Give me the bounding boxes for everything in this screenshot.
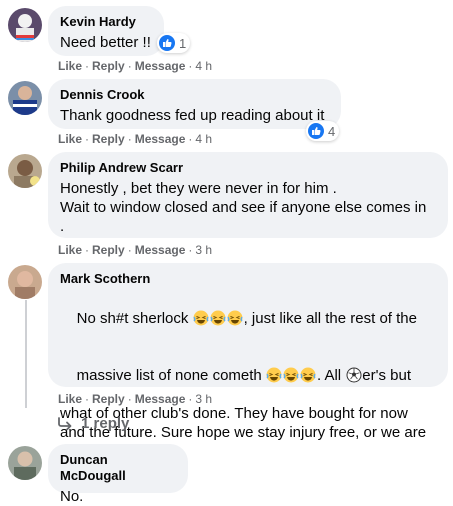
comment-author[interactable]: Kevin Hardy	[60, 14, 152, 30]
avatar[interactable]	[8, 265, 42, 299]
separator: ·	[188, 392, 193, 406]
text-segment: No sh#t sherlock	[76, 310, 193, 327]
message-link[interactable]: Message	[135, 59, 186, 73]
thread-line	[25, 300, 27, 408]
separator: ·	[85, 59, 90, 73]
timestamp[interactable]: 4 h	[195, 59, 212, 73]
view-replies-link[interactable]: 1 reply	[57, 415, 129, 432]
thumbs-up-icon	[159, 35, 175, 51]
separator: ·	[85, 243, 90, 257]
comment-bubble: Kevin Hardy Need better !!	[48, 6, 164, 56]
comment-text: No.	[60, 488, 84, 505]
separator: ·	[188, 132, 193, 146]
rolling-laughing-emoji	[266, 367, 283, 383]
rolling-laughing-emoji	[193, 310, 209, 326]
reply-link[interactable]: Reply	[92, 59, 125, 73]
text-segment: . All	[316, 367, 346, 384]
comment-text-line: No sh#t sherlock , just like all the res…	[60, 290, 436, 347]
rolling-laughing-emoji	[283, 367, 300, 383]
comment-author[interactable]: Duncan McDougall	[60, 452, 176, 484]
separator: ·	[188, 243, 193, 257]
reply-link[interactable]: Reply	[92, 132, 125, 146]
separator: ·	[127, 243, 132, 257]
reaction-number: 4	[328, 123, 336, 139]
comment-bubble: Mark Scothern No sh#t sherlock , just li…	[48, 263, 448, 460]
reply-link[interactable]: Reply	[92, 392, 125, 406]
reaction-count[interactable]: 1	[157, 33, 191, 53]
comment-bubble: Duncan McDougall No.	[48, 444, 188, 505]
timestamp[interactable]: 3 h	[195, 392, 212, 406]
reply-link[interactable]: Reply	[92, 243, 125, 257]
avatar[interactable]	[8, 8, 42, 42]
rolling-laughing-emoji	[227, 310, 243, 326]
avatar[interactable]	[8, 154, 42, 188]
comment-text: Need better !!	[60, 34, 151, 51]
comment-actions: Like · Reply · Message · 4 h	[58, 131, 212, 147]
reaction-count[interactable]: 4	[306, 121, 340, 141]
text-segment: , just like all the rest of the	[243, 310, 417, 327]
message-link[interactable]: Message	[135, 132, 186, 146]
soccer-ball-emoji	[346, 367, 362, 383]
like-link[interactable]: Like	[58, 132, 82, 146]
separator: ·	[188, 59, 193, 73]
comment-author[interactable]: Mark Scothern	[60, 271, 436, 287]
reply-arrow-icon	[58, 416, 72, 430]
comment-text-line: Wait to window closed and see if anyone …	[60, 199, 427, 216]
separator: ·	[127, 132, 132, 146]
comment-text-line: .	[60, 218, 65, 235]
avatar[interactable]	[8, 446, 42, 480]
comment-text: Thank goodness fed up reading about it	[60, 107, 325, 124]
thumbs-up-icon	[308, 123, 324, 139]
separator: ·	[85, 392, 90, 406]
separator: ·	[85, 132, 90, 146]
timestamp[interactable]: 3 h	[195, 243, 212, 257]
comment-actions: Like · Reply · Message · 3 h	[58, 391, 212, 407]
rolling-laughing-emoji	[210, 310, 226, 326]
message-link[interactable]: Message	[135, 392, 186, 406]
timestamp[interactable]: 4 h	[195, 132, 212, 146]
reaction-number: 1	[179, 35, 187, 51]
separator: ·	[127, 392, 132, 406]
replies-count-label: 1 reply	[81, 415, 130, 432]
comment-bubble: Philip Andrew Scarr Honestly , bet they …	[48, 152, 448, 238]
comment-author[interactable]: Dennis Crook	[60, 87, 329, 103]
like-link[interactable]: Like	[58, 392, 82, 406]
like-link[interactable]: Like	[58, 243, 82, 257]
comment-author[interactable]: Philip Andrew Scarr	[60, 160, 436, 176]
rolling-laughing-emoji	[300, 367, 317, 383]
comment-bubble: Dennis Crook Thank goodness fed up readi…	[48, 79, 341, 129]
avatar[interactable]	[8, 81, 42, 115]
comment-text-line: Honestly , bet they were never in for hi…	[60, 180, 337, 197]
text-segment: massive list of none cometh	[76, 367, 266, 384]
like-link[interactable]: Like	[58, 59, 82, 73]
separator: ·	[127, 59, 132, 73]
text-segment: er's but	[362, 367, 412, 384]
comment-actions: Like · Reply · Message · 4 h	[58, 58, 212, 74]
comment-actions: Like · Reply · Message · 3 h	[58, 242, 212, 258]
message-link[interactable]: Message	[135, 243, 186, 257]
